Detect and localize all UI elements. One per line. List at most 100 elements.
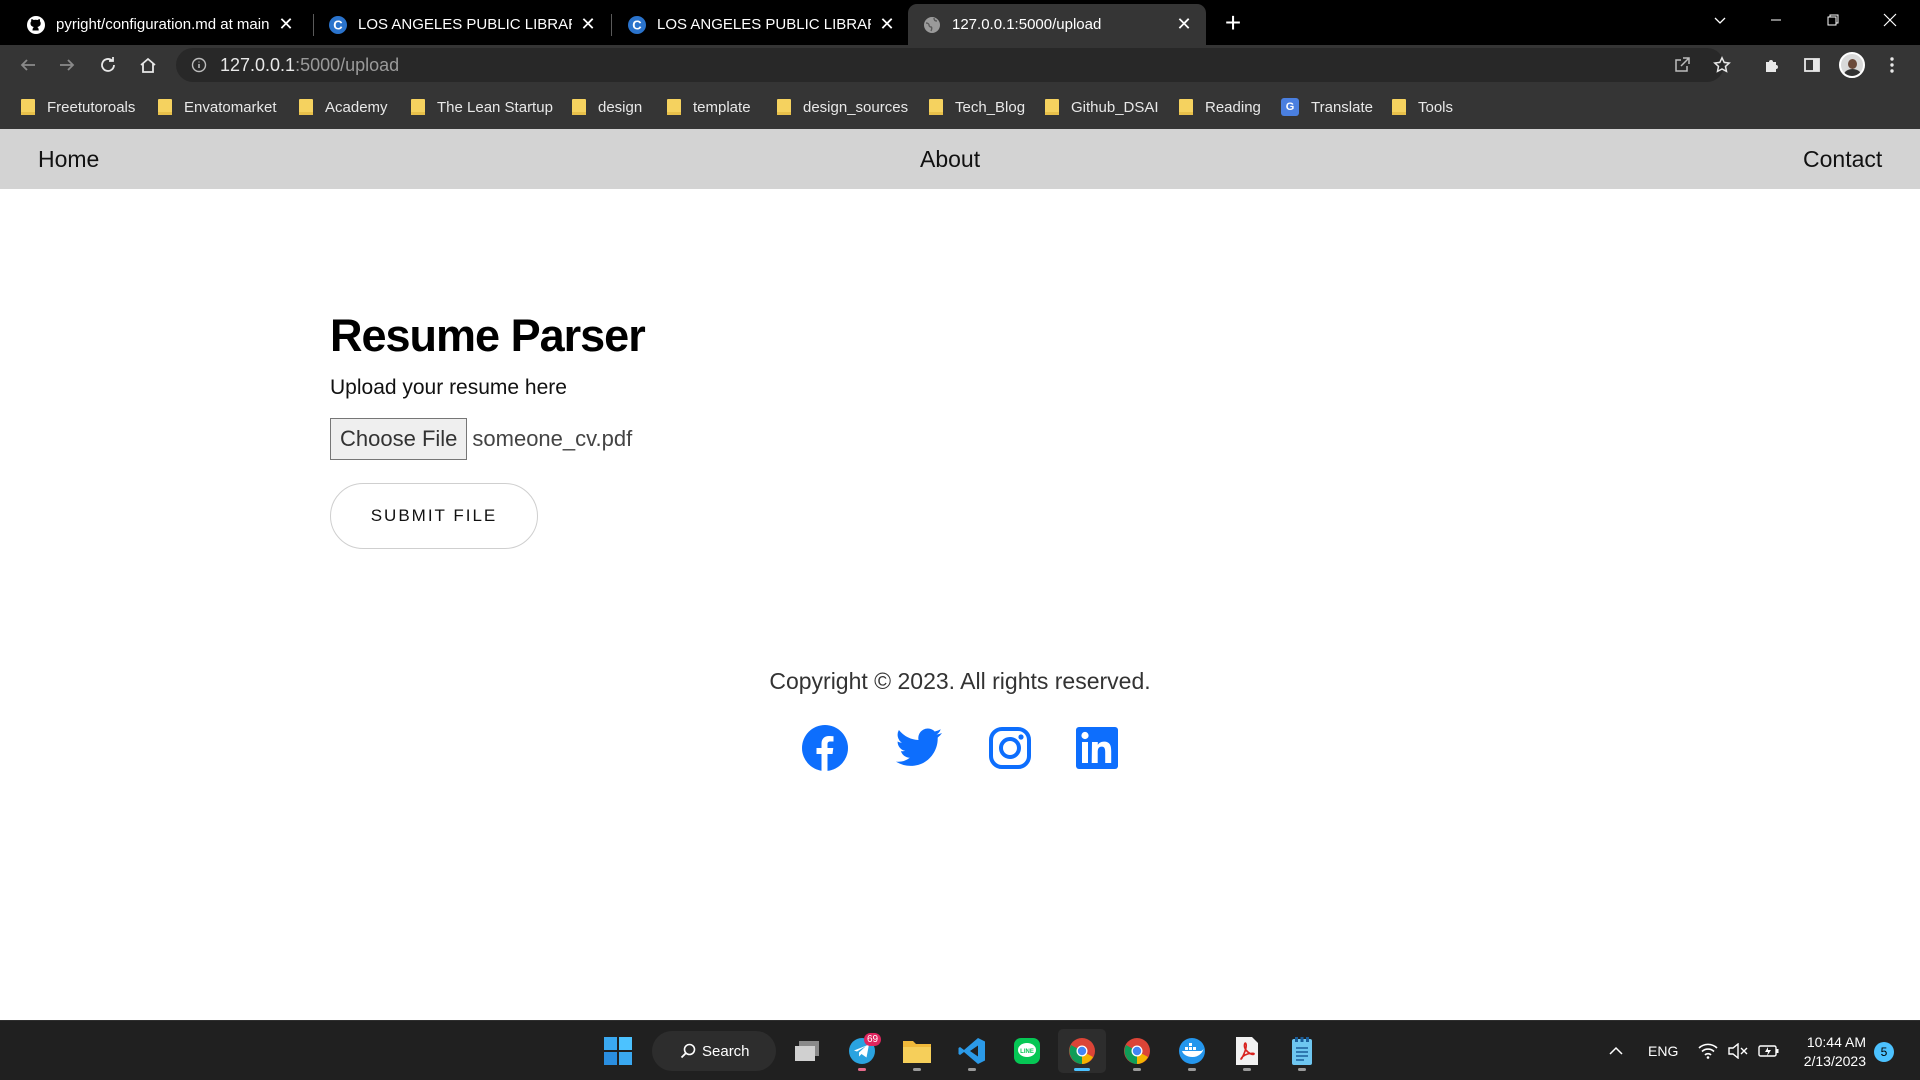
linkedin-icon[interactable] xyxy=(1073,724,1121,772)
upload-form: Resume Parser Upload your resume here Ch… xyxy=(330,300,646,549)
chrome-profile-icon[interactable] xyxy=(1113,1029,1161,1073)
folder-icon xyxy=(667,99,681,115)
back-arrow-icon[interactable] xyxy=(12,49,44,81)
avatar xyxy=(1839,52,1865,78)
bookmark-design[interactable]: design xyxy=(572,95,642,119)
bookmark-reading[interactable]: Reading xyxy=(1179,95,1261,119)
vscode-icon[interactable] xyxy=(948,1029,996,1073)
file-input[interactable]: Choose File someone_cv.pdf xyxy=(330,418,632,460)
browser-toolbar: 127.0.0.1 :5000/upload xyxy=(0,45,1920,85)
notepad-icon[interactable] xyxy=(1278,1029,1326,1073)
tab-title: pyright/configuration.md at main · micro… xyxy=(56,16,270,33)
bookmark-tech-blog[interactable]: Tech_Blog xyxy=(929,95,1025,119)
address-bar[interactable]: 127.0.0.1 :5000/upload xyxy=(176,48,1724,82)
chrome-icon[interactable] xyxy=(1058,1029,1106,1073)
restore-icon[interactable] xyxy=(1805,0,1861,40)
telegram-icon[interactable]: 69 xyxy=(838,1029,886,1073)
instagram-icon[interactable] xyxy=(986,724,1034,772)
tab-coursera-2[interactable]: C LOS ANGELES PUBLIC LIBRARY | Coursera … xyxy=(613,4,909,45)
docker-icon[interactable] xyxy=(1168,1029,1216,1073)
nav-contact-link[interactable]: Contact xyxy=(1803,146,1882,173)
forward-arrow-icon[interactable] xyxy=(51,49,83,81)
wifi-icon[interactable] xyxy=(1698,1021,1718,1080)
menu-kebab-icon[interactable] xyxy=(1876,49,1908,81)
reload-icon[interactable] xyxy=(92,49,124,81)
search-icon xyxy=(680,1043,696,1059)
browser-tab-strip: pyright/configuration.md at main · micro… xyxy=(0,0,1920,45)
social-links xyxy=(0,724,1920,774)
close-icon[interactable]: ✕ xyxy=(278,14,294,34)
taskbar-clock[interactable]: 10:44 AM 2/13/2023 xyxy=(1796,1033,1866,1071)
extensions-icon[interactable] xyxy=(1756,49,1788,81)
nav-home-link[interactable]: Home xyxy=(38,146,99,173)
bookmark-github-dsai[interactable]: Github_DSAI xyxy=(1045,95,1159,119)
show-hidden-icons-chevron-icon[interactable] xyxy=(1608,1021,1624,1080)
side-panel-icon[interactable] xyxy=(1796,49,1828,81)
bookmark-translate[interactable]: G Translate xyxy=(1281,95,1373,119)
bookmark-label: Github_DSAI xyxy=(1071,98,1159,116)
tab-github[interactable]: pyright/configuration.md at main · micro… xyxy=(12,4,308,45)
bookmark-design-sources[interactable]: design_sources xyxy=(777,95,908,119)
close-window-icon[interactable] xyxy=(1862,0,1918,40)
tab-upload[interactable]: 127.0.0.1:5000/upload ✕ xyxy=(908,4,1206,45)
language-indicator[interactable]: ENG xyxy=(1648,1021,1678,1080)
minimize-icon[interactable] xyxy=(1748,0,1804,40)
svg-text:C: C xyxy=(333,17,343,32)
folder-icon xyxy=(929,99,943,115)
bookmark-label: Tools xyxy=(1418,98,1454,116)
site-info-icon[interactable] xyxy=(190,56,208,74)
bookmark-envatomarket[interactable]: Envatomarket xyxy=(158,95,277,119)
bookmark-academy[interactable]: Academy xyxy=(299,95,388,119)
upload-label: Upload your resume here xyxy=(330,376,567,399)
svg-text:LINE: LINE xyxy=(1020,1049,1034,1055)
close-icon[interactable]: ✕ xyxy=(879,14,895,34)
twitter-icon[interactable] xyxy=(895,724,943,772)
submit-file-button[interactable]: SUBMIT FILE xyxy=(330,483,538,549)
notification-count-badge[interactable]: 5 xyxy=(1874,1042,1894,1062)
site-footer: Copyright © 2023. All rights reserved. xyxy=(0,668,1920,771)
volume-muted-icon[interactable] xyxy=(1728,1021,1748,1080)
nav-about-link[interactable]: About xyxy=(920,146,980,173)
clock-time: 10:44 AM xyxy=(1806,1034,1866,1050)
choose-file-button[interactable]: Choose File xyxy=(330,418,468,460)
file-explorer-icon[interactable] xyxy=(893,1029,941,1073)
share-icon[interactable] xyxy=(1669,52,1695,78)
task-view-icon[interactable] xyxy=(783,1029,831,1073)
folder-icon xyxy=(158,99,172,115)
taskbar-search[interactable]: Search xyxy=(652,1031,776,1071)
acrobat-icon[interactable] xyxy=(1223,1029,1271,1073)
globe-icon xyxy=(922,15,942,35)
bookmark-tools[interactable]: Tools xyxy=(1392,95,1453,119)
tab-search-chevron-icon[interactable] xyxy=(1692,0,1748,40)
bookmark-label: design_sources xyxy=(803,98,909,116)
bookmark-label: Tech_Blog xyxy=(955,98,1026,116)
bookmark-label: Translate xyxy=(1311,98,1373,116)
home-icon[interactable] xyxy=(132,49,164,81)
tab-title: LOS ANGELES PUBLIC LIBRARY | Coursera xyxy=(358,16,572,33)
search-label: Search xyxy=(702,1042,750,1060)
tab-title: 127.0.0.1:5000/upload xyxy=(952,16,1102,33)
windows-start-icon[interactable] xyxy=(594,1029,642,1073)
new-tab-icon[interactable]: + xyxy=(1218,7,1248,38)
copyright-text: Copyright © 2023. All rights reserved. xyxy=(769,668,1151,694)
bookmark-freetutoroals[interactable]: Freetutoroals xyxy=(21,95,135,119)
folder-icon xyxy=(1045,99,1059,115)
facebook-icon[interactable] xyxy=(801,724,849,772)
coursera-icon: C xyxy=(328,15,348,35)
tab-coursera-1[interactable]: C LOS ANGELES PUBLIC LIBRARY | Coursera … xyxy=(314,4,610,45)
folder-icon xyxy=(21,99,35,115)
github-icon xyxy=(26,15,46,35)
bookmarks-bar: Freetutoroals Envatomarket Academy The L… xyxy=(0,85,1920,129)
close-icon[interactable]: ✕ xyxy=(1176,14,1192,34)
bookmark-template[interactable]: template xyxy=(667,95,751,119)
windows-taskbar: Search 69 LINE ENG 10:44 AM 2/13/2023 5 xyxy=(0,1020,1920,1080)
battery-icon[interactable] xyxy=(1758,1021,1780,1080)
close-icon[interactable]: ✕ xyxy=(580,14,596,34)
folder-icon xyxy=(777,99,791,115)
folder-icon xyxy=(572,99,586,115)
profile-avatar[interactable] xyxy=(1836,49,1868,81)
bookmark-the-lean-startup[interactable]: The Lean Startup xyxy=(411,95,553,119)
line-icon[interactable]: LINE xyxy=(1003,1029,1051,1073)
bookmark-star-icon[interactable] xyxy=(1709,52,1735,78)
coursera-icon: C xyxy=(627,15,647,35)
